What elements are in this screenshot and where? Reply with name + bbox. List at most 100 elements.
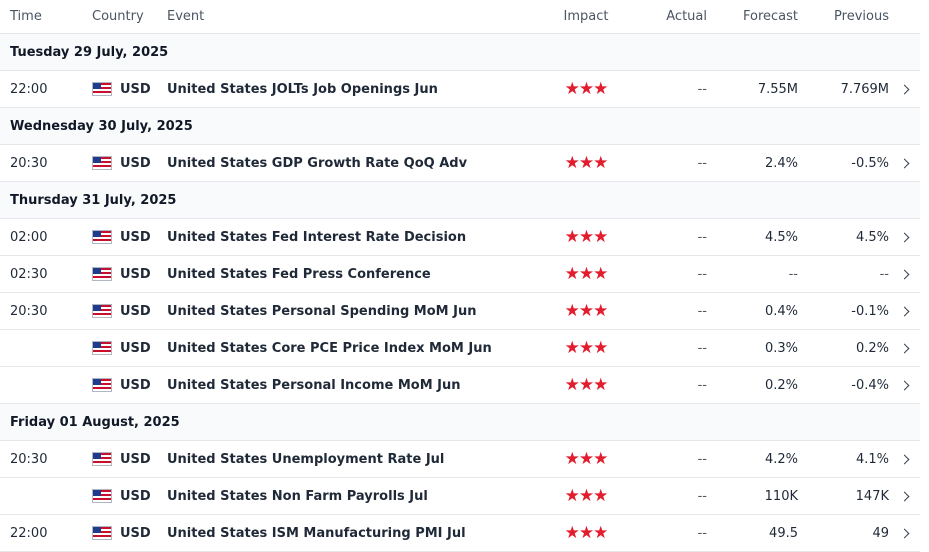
- row-previous: --: [879, 266, 889, 282]
- row-time: 22:00: [10, 525, 48, 541]
- row-currency: USD: [120, 266, 151, 282]
- impact-rating: ★★★: [539, 153, 633, 173]
- header-impact[interactable]: Impact: [539, 9, 633, 24]
- chevron-right-icon[interactable]: [889, 267, 920, 282]
- table-row[interactable]: USD United States Personal Income MoM Ju…: [0, 367, 920, 404]
- row-previous: 7.769M: [840, 81, 889, 97]
- row-previous: 4.5%: [855, 229, 889, 245]
- date-group-header: Tuesday 29 July, 2025: [0, 34, 920, 71]
- table-row[interactable]: 02:30 USD United States Fed Press Confer…: [0, 256, 920, 293]
- row-event[interactable]: United States Fed Press Conference: [167, 267, 539, 282]
- chevron-right-icon[interactable]: [889, 341, 920, 356]
- row-event[interactable]: United States Personal Income MoM Jun: [167, 378, 539, 393]
- row-currency: USD: [120, 340, 151, 356]
- row-currency: USD: [120, 451, 151, 467]
- chevron-right-icon[interactable]: [889, 230, 920, 245]
- row-actual: --: [697, 377, 707, 393]
- row-currency: USD: [120, 377, 151, 393]
- star-icon: ★★★: [564, 79, 609, 99]
- impact-rating: ★★★: [539, 486, 633, 506]
- row-country: USD: [82, 267, 167, 282]
- star-icon: ★★★: [564, 523, 609, 543]
- chevron-right-icon[interactable]: [889, 82, 920, 97]
- star-icon: ★★★: [564, 227, 609, 247]
- header-forecast[interactable]: Forecast: [707, 9, 798, 24]
- us-flag-icon: [92, 304, 112, 318]
- row-time: 02:00: [10, 229, 48, 245]
- row-event[interactable]: United States GDP Growth Rate QoQ Adv: [167, 156, 539, 171]
- row-event[interactable]: United States Fed Interest Rate Decision: [167, 230, 539, 245]
- row-previous: -0.5%: [851, 155, 889, 171]
- date-group-header: Wednesday 30 July, 2025: [0, 108, 920, 145]
- row-event[interactable]: United States Non Farm Payrolls Jul: [167, 489, 539, 504]
- row-country: USD: [82, 230, 167, 245]
- table-row[interactable]: 20:30 USD United States Unemployment Rat…: [0, 441, 920, 478]
- table-row[interactable]: USD United States Core PCE Price Index M…: [0, 330, 920, 367]
- row-forecast: 7.55M: [757, 81, 798, 97]
- table-row[interactable]: 02:00 USD United States Fed Interest Rat…: [0, 219, 920, 256]
- star-icon: ★★★: [564, 338, 609, 358]
- row-previous: 0.2%: [855, 340, 889, 356]
- table-row[interactable]: 22:00 USD United States ISM Manufacturin…: [0, 515, 920, 552]
- row-time: 20:30: [10, 155, 48, 171]
- row-actual: --: [697, 303, 707, 319]
- chevron-right-icon[interactable]: [889, 452, 920, 467]
- table-row[interactable]: 20:30 USD United States Personal Spendin…: [0, 293, 920, 330]
- star-icon: ★★★: [564, 264, 609, 284]
- chevron-right-icon[interactable]: [889, 156, 920, 171]
- impact-rating: ★★★: [539, 79, 633, 99]
- us-flag-icon: [92, 267, 112, 281]
- header-actual[interactable]: Actual: [633, 9, 707, 24]
- row-currency: USD: [120, 81, 151, 97]
- us-flag-icon: [92, 230, 112, 244]
- impact-rating: ★★★: [539, 227, 633, 247]
- chevron-right-icon[interactable]: [889, 489, 920, 504]
- row-actual: --: [697, 155, 707, 171]
- row-currency: USD: [120, 155, 151, 171]
- date-label: Thursday 31 July, 2025: [10, 192, 177, 208]
- impact-rating: ★★★: [539, 264, 633, 284]
- date-group-header: Friday 01 August, 2025: [0, 404, 920, 441]
- row-event[interactable]: United States Core PCE Price Index MoM J…: [167, 341, 539, 356]
- table-row[interactable]: 22:00 USD United States JOLTs Job Openin…: [0, 71, 920, 108]
- row-actual: --: [697, 451, 707, 467]
- row-previous: -0.1%: [851, 303, 889, 319]
- impact-rating: ★★★: [539, 449, 633, 469]
- row-event[interactable]: United States Unemployment Rate Jul: [167, 452, 539, 467]
- us-flag-icon: [92, 156, 112, 170]
- date-group-header: Thursday 31 July, 2025: [0, 182, 920, 219]
- row-previous: 147K: [855, 488, 889, 504]
- impact-rating: ★★★: [539, 301, 633, 321]
- row-event[interactable]: United States ISM Manufacturing PMI Jul: [167, 526, 539, 541]
- date-label: Friday 01 August, 2025: [10, 414, 180, 430]
- economic-calendar: Time Country Event Impact Actual Forecas…: [0, 0, 920, 552]
- row-country: USD: [82, 452, 167, 467]
- star-icon: ★★★: [564, 486, 609, 506]
- table-row[interactable]: 20:30 USD United States GDP Growth Rate …: [0, 145, 920, 182]
- row-actual: --: [697, 229, 707, 245]
- impact-rating: ★★★: [539, 523, 633, 543]
- header-event[interactable]: Event: [167, 9, 539, 24]
- star-icon: ★★★: [564, 153, 609, 173]
- row-currency: USD: [120, 303, 151, 319]
- header-country[interactable]: Country: [82, 9, 167, 24]
- chevron-right-icon[interactable]: [889, 378, 920, 393]
- impact-rating: ★★★: [539, 375, 633, 395]
- row-country: USD: [82, 378, 167, 393]
- row-previous: -0.4%: [851, 377, 889, 393]
- row-event[interactable]: United States Personal Spending MoM Jun: [167, 304, 539, 319]
- row-time: 22:00: [10, 81, 48, 97]
- chevron-right-icon[interactable]: [889, 304, 920, 319]
- us-flag-icon: [92, 378, 112, 392]
- date-label: Wednesday 30 July, 2025: [10, 118, 193, 134]
- header-previous[interactable]: Previous: [798, 9, 889, 24]
- row-country: USD: [82, 489, 167, 504]
- impact-rating: ★★★: [539, 338, 633, 358]
- row-forecast: 4.5%: [764, 229, 798, 245]
- row-forecast: 4.2%: [764, 451, 798, 467]
- header-time[interactable]: Time: [0, 9, 82, 24]
- row-country: USD: [82, 341, 167, 356]
- row-event[interactable]: United States JOLTs Job Openings Jun: [167, 82, 539, 97]
- table-row[interactable]: USD United States Non Farm Payrolls Jul …: [0, 478, 920, 515]
- chevron-right-icon[interactable]: [889, 526, 920, 541]
